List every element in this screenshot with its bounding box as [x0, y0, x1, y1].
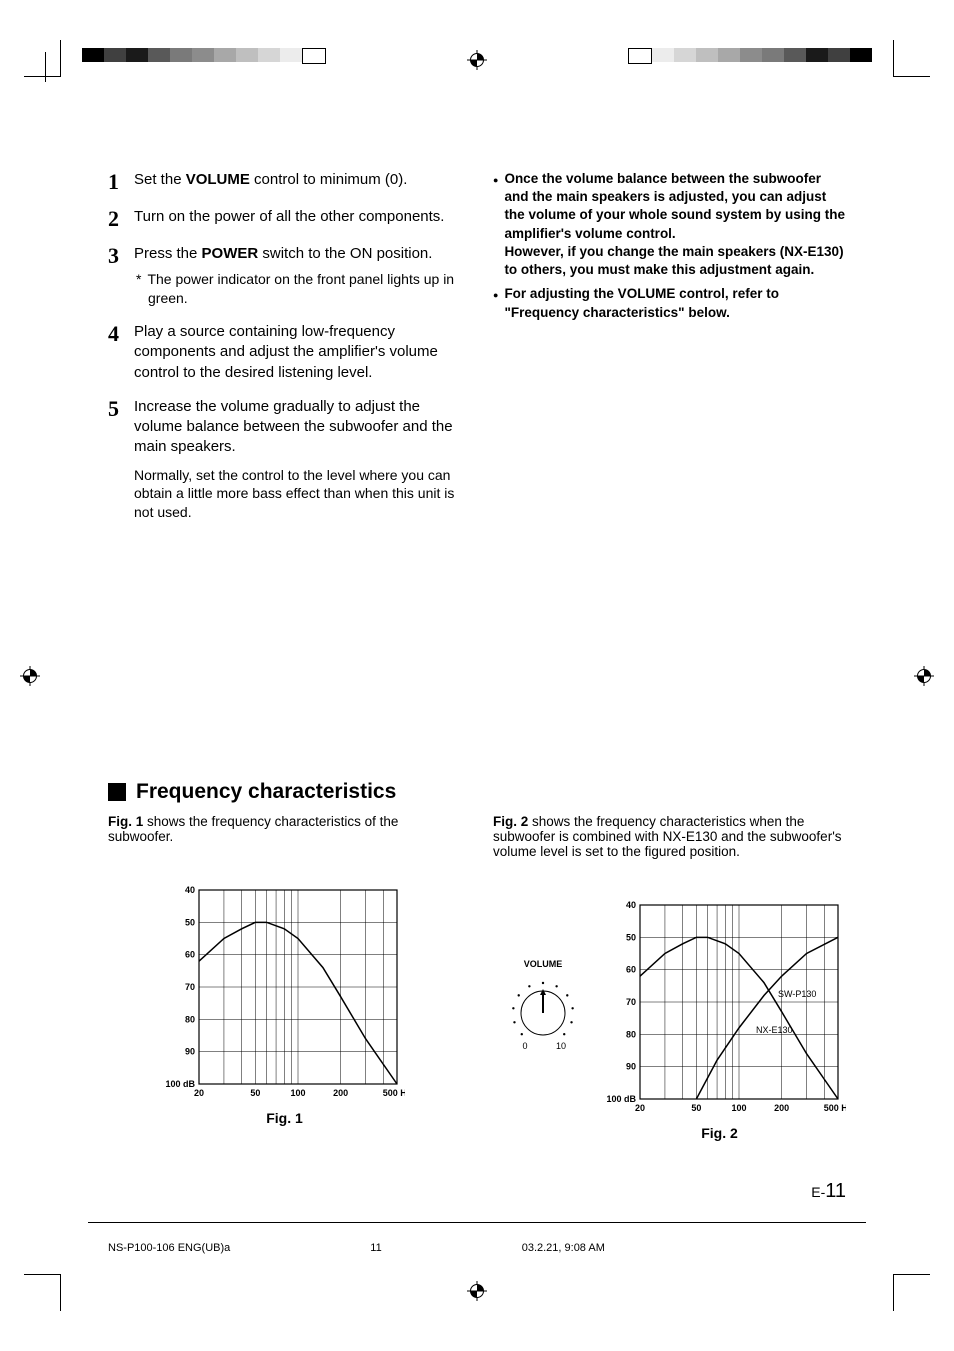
svg-text:200: 200 [774, 1103, 789, 1113]
svg-text:500 Hz: 500 Hz [824, 1103, 846, 1113]
step-body: Turn on the power of all the other compo… [134, 207, 461, 230]
notes-column: Once the volume balance between the subw… [493, 170, 846, 536]
footer-doc-id: NS-P100-106 ENG(UB)a [108, 1242, 230, 1254]
step-body: Press the POWER switch to the ON positio… [134, 244, 461, 308]
step-number: 4 [108, 322, 134, 383]
crop-mark [24, 40, 61, 77]
crop-mark [893, 1274, 930, 1311]
svg-text:100: 100 [731, 1103, 746, 1113]
section-title-text: Frequency characteristics [136, 780, 396, 804]
step: 5Increase the volume gradually to adjust… [108, 397, 461, 522]
svg-text:40: 40 [184, 885, 194, 895]
step-body: Set the VOLUME control to minimum (0). [134, 170, 461, 193]
footer: NS-P100-106 ENG(UB)a 11 03.2.21, 9:08 AM [108, 1242, 846, 1254]
svg-text:20: 20 [635, 1103, 645, 1113]
step-number: 2 [108, 207, 134, 230]
svg-text:SW-P130: SW-P130 [778, 989, 816, 999]
svg-text:70: 70 [184, 982, 194, 992]
step-subnote: The power indicator on the front panel l… [134, 270, 461, 308]
step: 1Set the VOLUME control to minimum (0). [108, 170, 461, 193]
registration-mark [20, 666, 40, 686]
step: 4Play a source containing low-frequency … [108, 322, 461, 383]
svg-text:50: 50 [184, 917, 194, 927]
svg-text:50: 50 [691, 1103, 701, 1113]
svg-text:200: 200 [333, 1088, 348, 1098]
footer-rule [88, 1222, 866, 1223]
color-bar [82, 48, 326, 64]
svg-text:0: 0 [522, 1041, 527, 1051]
figure-2-column: Fig. 2 shows the frequency characteristi… [493, 814, 846, 1141]
crop-mark [893, 40, 930, 77]
color-bar [628, 48, 872, 64]
crop-mark [24, 1274, 61, 1311]
footer-page: 11 [370, 1242, 381, 1254]
svg-text:100 dB: 100 dB [165, 1079, 195, 1089]
section-title: Frequency characteristics [108, 780, 846, 804]
fig1-caption: Fig. 1 [108, 1110, 461, 1126]
note-bullet: Once the volume balance between the subw… [493, 170, 846, 279]
fig1-chart: 100 dB 90 80 70 60 50 40 20 50 100 200 500 Hz [165, 884, 405, 1104]
volume-dial-label: VOLUME [493, 959, 593, 969]
svg-text:100: 100 [290, 1088, 305, 1098]
step-body: Increase the volume gradually to adjust … [134, 397, 461, 522]
svg-text:50: 50 [626, 932, 636, 942]
step-number: 3 [108, 244, 134, 308]
fig2-caption: Fig. 2 [493, 1125, 846, 1141]
svg-text:80: 80 [184, 1014, 194, 1024]
registration-mark [914, 666, 934, 686]
svg-text:70: 70 [626, 997, 636, 1007]
figure-1-column: Fig. 1 shows the frequency characteristi… [108, 814, 461, 1141]
footer-date: 03.2.21, 9:08 AM [522, 1242, 605, 1254]
step-number: 5 [108, 397, 134, 522]
note-bullet: For adjusting the VOLUME control, refer … [493, 285, 846, 321]
page-number: E-11 [811, 1180, 846, 1203]
volume-dial-icon: 0 10 [503, 973, 583, 1053]
svg-text:40: 40 [626, 900, 636, 910]
registration-mark [467, 1281, 487, 1301]
square-bullet-icon [108, 783, 126, 801]
step-body: Play a source containing low-frequency c… [134, 322, 461, 383]
svg-text:90: 90 [184, 1047, 194, 1057]
fig2-description: Fig. 2 shows the frequency characteristi… [493, 814, 846, 859]
registration-mark [467, 50, 487, 70]
svg-text:NX-E130: NX-E130 [756, 1025, 793, 1035]
step-note: Normally, set the control to the level w… [134, 466, 461, 523]
step-number: 1 [108, 170, 134, 193]
svg-text:80: 80 [626, 1029, 636, 1039]
svg-text:100 dB: 100 dB [606, 1094, 636, 1104]
steps-column: 1Set the VOLUME control to minimum (0).2… [108, 170, 461, 536]
fig1-description: Fig. 1 shows the frequency characteristi… [108, 814, 461, 844]
svg-text:10: 10 [556, 1041, 566, 1051]
svg-text:90: 90 [626, 1062, 636, 1072]
svg-text:60: 60 [626, 965, 636, 975]
step: 3Press the POWER switch to the ON positi… [108, 244, 461, 308]
svg-text:20: 20 [193, 1088, 203, 1098]
svg-text:500 Hz: 500 Hz [382, 1088, 404, 1098]
fig2-chart: 100 dB 90 80 70 60 50 40 20 50 100 200 500 Hz SW-P13… [606, 899, 846, 1119]
svg-text:60: 60 [184, 950, 194, 960]
step: 2Turn on the power of all the other comp… [108, 207, 461, 230]
svg-text:50: 50 [250, 1088, 260, 1098]
volume-dial: VOLUME 0 10 [493, 959, 593, 1056]
